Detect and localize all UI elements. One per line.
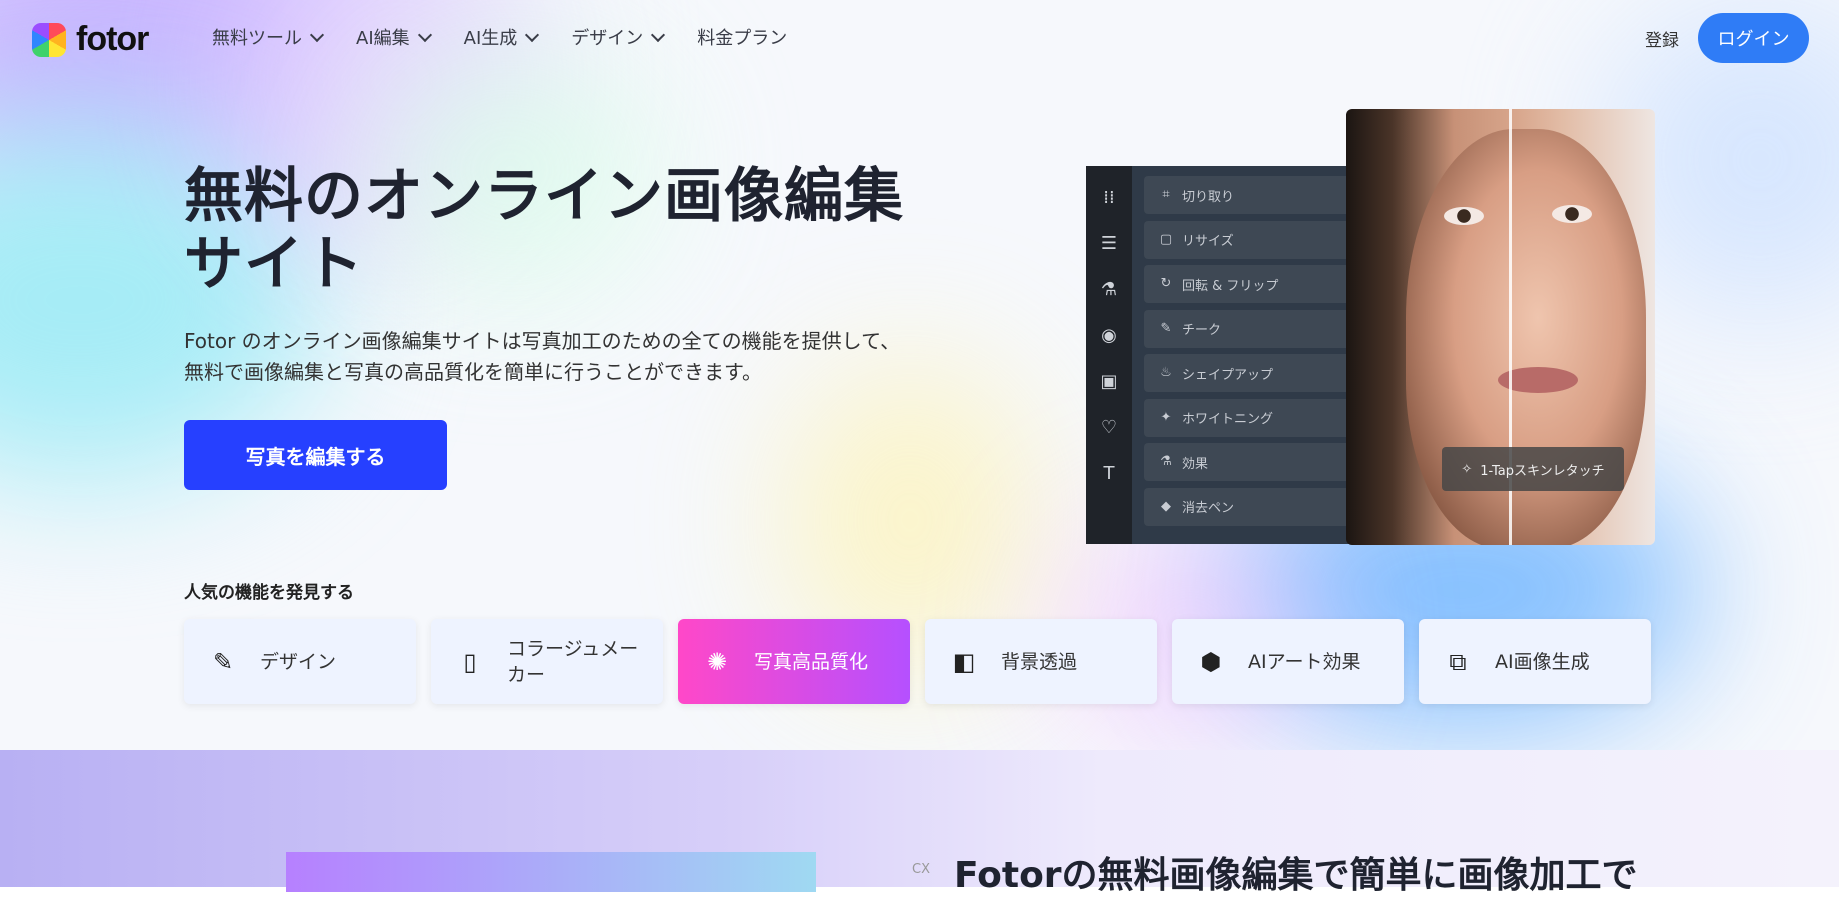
hero-subtitle-line: 無料で画像編集と写真の高品質化を簡単に行うことができます。 xyxy=(184,360,762,384)
card-collage[interactable]: ▯ コラージュメーカー xyxy=(431,619,663,704)
lower-preview-image xyxy=(286,852,816,892)
menu-free-tools[interactable]: 無料ツール xyxy=(212,22,325,52)
design-tools-icon: ✎ xyxy=(212,647,234,676)
eraser-icon: ◆ xyxy=(1161,498,1171,514)
elements-icon: ♡ xyxy=(1100,417,1118,438)
badge-label: 1-Tapスキンレタッチ xyxy=(1480,463,1605,479)
hero-subtitle-line: Fotor のオンライン画像編集サイトは写真加工のための全ての機能を提供して、 xyxy=(184,329,901,353)
menu-design[interactable]: デザイン xyxy=(571,22,666,52)
chevron-down-icon xyxy=(525,27,540,42)
hero-subtitle: Fotor のオンライン画像編集サイトは写真加工のための全ての機能を提供して、 … xyxy=(184,326,944,388)
collage-layout-icon: ▯ xyxy=(463,647,477,676)
card-label: 背景透過 xyxy=(1001,650,1078,673)
eye-left xyxy=(1444,207,1484,225)
card-ai-image[interactable]: ⧉ AI画像生成 xyxy=(1419,619,1651,704)
tool-label: 効果 xyxy=(1182,456,1209,472)
menu-label: デザイン xyxy=(571,28,644,49)
tool-label: 切り取り xyxy=(1182,189,1235,205)
logo-icon xyxy=(32,22,66,57)
card-ai-art[interactable]: ⬢ AIアート効果 xyxy=(1172,619,1404,704)
eye-icon: ◉ xyxy=(1101,325,1117,346)
editor-mockup: ⁞⁞ ☰ ⚗ ◉ ▣ ♡ T ⌗ 切り取り ▢ リサイズ ↻ 回転 & フリップ ✎ チ… xyxy=(1086,166,1384,544)
cx-label: CX xyxy=(912,862,930,877)
popular-features-title: 人気の機能を発見する xyxy=(184,583,354,603)
retouch-icon: ✧ xyxy=(1461,461,1473,477)
feature-cards: ✎ デザイン ▯ コラージュメーカー ✺ 写真高品質化 ◧ 背景透過 ⬢ AIア… xyxy=(184,619,1651,704)
tool-label: シェイプアップ xyxy=(1182,367,1274,383)
edit-photo-button[interactable]: 写真を編集する xyxy=(184,420,447,490)
menu-label: 無料ツール xyxy=(212,28,302,49)
tool-label: リサイズ xyxy=(1182,234,1234,249)
ai-art-icon: ⬢ xyxy=(1200,647,1222,676)
portrait-photo: ✧ 1-Tapスキンレタッチ xyxy=(1346,109,1655,545)
card-label: 写真高品質化 xyxy=(754,650,869,673)
menu-label: AI生成 xyxy=(463,28,518,49)
menu-label: AI編集 xyxy=(356,28,410,49)
menu-ai-edit[interactable]: AI編集 xyxy=(356,22,432,52)
menu-pricing[interactable]: 料金プラン xyxy=(697,22,787,52)
card-design[interactable]: ✎ デザイン xyxy=(184,619,416,704)
ai-image-icon: ⧉ xyxy=(1449,647,1467,676)
hero-title: 無料のオンライン画像編集 サイト xyxy=(184,162,944,298)
rotate-icon: ↻ xyxy=(1160,276,1172,291)
chevron-down-icon xyxy=(417,27,432,42)
tool-label: 回転 & フリップ xyxy=(1182,278,1279,294)
login-button[interactable]: ログイン xyxy=(1698,13,1809,63)
flask-icon: ⚗ xyxy=(1160,454,1172,469)
tool-rail: ⁞⁞ ☰ ⚗ ◉ ▣ ♡ T xyxy=(1086,166,1132,544)
enhance-sparkle-icon: ✺ xyxy=(706,647,728,676)
card-label: AIアート効果 xyxy=(1248,650,1361,673)
resize-icon: ▢ xyxy=(1159,231,1173,247)
logo-text: fotor xyxy=(76,20,149,58)
reshape-icon: ♨ xyxy=(1160,365,1172,380)
chevron-down-icon xyxy=(651,27,666,42)
eye-right xyxy=(1552,205,1592,223)
tool-label: ホワイトニング xyxy=(1182,412,1274,427)
card-background-remove[interactable]: ◧ 背景透過 xyxy=(925,619,1157,704)
frame-icon: ▣ xyxy=(1100,371,1118,392)
card-label: コラージュメーカー xyxy=(507,637,639,686)
crop-icon: ⌗ xyxy=(1162,187,1170,202)
card-label: デザイン xyxy=(260,650,337,673)
chevron-down-icon xyxy=(309,27,325,42)
top-nav: fotor 無料ツール AI編集 AI生成 デザイン 料金プラン 登録 ログイン xyxy=(0,0,1839,75)
menu-ai-generate[interactable]: AI生成 xyxy=(463,22,540,52)
register-link[interactable]: 登録 xyxy=(1645,26,1679,51)
brush-icon: ✎ xyxy=(1160,320,1172,336)
skin-retouch-badge: ✧ 1-Tapスキンレタッチ xyxy=(1442,447,1624,491)
lower-heading: Fotorの無料画像編集で簡単に画像加工で xyxy=(954,855,1638,896)
background-remove-icon: ◧ xyxy=(952,647,976,676)
main-menu: 無料ツール AI編集 AI生成 デザイン 料金プラン xyxy=(212,22,821,52)
hero-title-line: 無料のオンライン画像編集 xyxy=(184,161,905,230)
grid-dots-icon: ⁞⁞ xyxy=(1103,187,1115,208)
card-enhance[interactable]: ✺ 写真高品質化 xyxy=(678,619,910,704)
tool-label: 消去ペン xyxy=(1182,501,1235,516)
card-label: AI画像生成 xyxy=(1495,650,1590,673)
menu-label: 料金プラン xyxy=(697,28,788,49)
fotor-logo[interactable]: fotor xyxy=(32,20,149,59)
hero-title-line: サイト xyxy=(184,229,365,298)
text-icon: T xyxy=(1103,463,1115,484)
sliders-icon: ☰ xyxy=(1100,233,1118,254)
tool-label: チーク xyxy=(1182,323,1222,338)
tooth-icon: ✦ xyxy=(1160,409,1172,425)
beaker-icon: ⚗ xyxy=(1100,279,1118,300)
